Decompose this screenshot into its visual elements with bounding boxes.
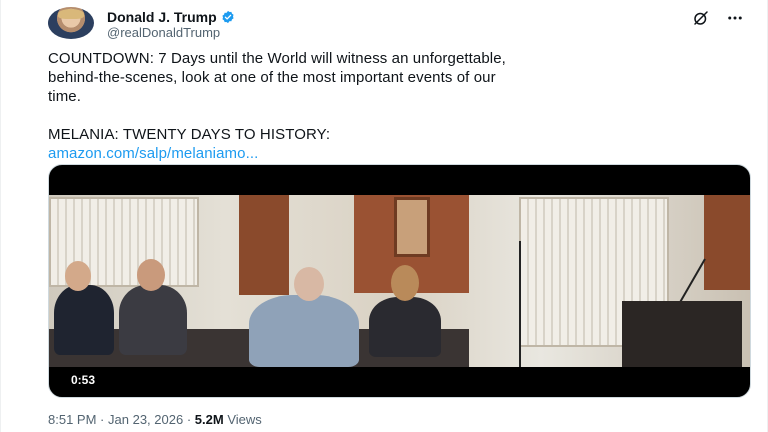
video-duration: 0:53 xyxy=(71,373,96,387)
author-name-row: Donald J. Trump xyxy=(107,9,235,25)
person xyxy=(54,285,114,355)
video-player[interactable]: 0:53 xyxy=(48,164,751,398)
wall-picture xyxy=(394,197,430,257)
views-count: 5.2M xyxy=(194,412,224,427)
person xyxy=(249,295,359,367)
tweet-text-line: MELANIA: TWENTY DAYS TO HISTORY: xyxy=(48,126,331,143)
author-handle[interactable]: @realDonaldTrump xyxy=(107,25,220,40)
views-label: Views xyxy=(227,412,262,427)
mic-stand xyxy=(519,241,521,367)
person-head xyxy=(137,259,165,291)
tweet-top-actions xyxy=(691,8,745,28)
author-name[interactable]: Donald J. Trump xyxy=(107,9,217,25)
verified-badge-icon xyxy=(221,10,235,24)
avatar[interactable] xyxy=(48,7,94,39)
person xyxy=(369,297,441,357)
tweet-meta: 8:51 PM · Jan 23, 2026 · 5.2M Views xyxy=(48,412,262,427)
wall-panel xyxy=(704,195,750,290)
meta-separator: · xyxy=(100,412,105,427)
tweet-card: Donald J. Trump @realDonaldTrump COUNTDO… xyxy=(0,0,768,432)
video-frame xyxy=(49,195,750,367)
grok-icon[interactable] xyxy=(691,8,711,28)
wall-panel xyxy=(239,195,289,295)
tweet-date[interactable]: Jan 23, 2026 xyxy=(108,412,183,427)
more-icon[interactable] xyxy=(725,8,745,28)
tweet-text: COUNTDOWN: 7 Days until the World will w… xyxy=(48,49,738,163)
meta-separator: · xyxy=(186,412,192,427)
person-head xyxy=(65,261,91,291)
avatar-hair xyxy=(58,9,84,19)
tweet-link[interactable]: amazon.com/salp/melaniamo... xyxy=(48,145,258,162)
person xyxy=(119,285,187,355)
tweet-time[interactable]: 8:51 PM xyxy=(48,412,96,427)
person-head xyxy=(391,265,419,301)
podium xyxy=(622,301,742,367)
tweet-text-line: behind-the-scenes, look at one of the mo… xyxy=(48,69,496,86)
person-head xyxy=(294,267,324,301)
tweet-text-line: time. xyxy=(48,88,82,105)
tweet-text-line: COUNTDOWN: 7 Days until the World will w… xyxy=(48,50,506,67)
